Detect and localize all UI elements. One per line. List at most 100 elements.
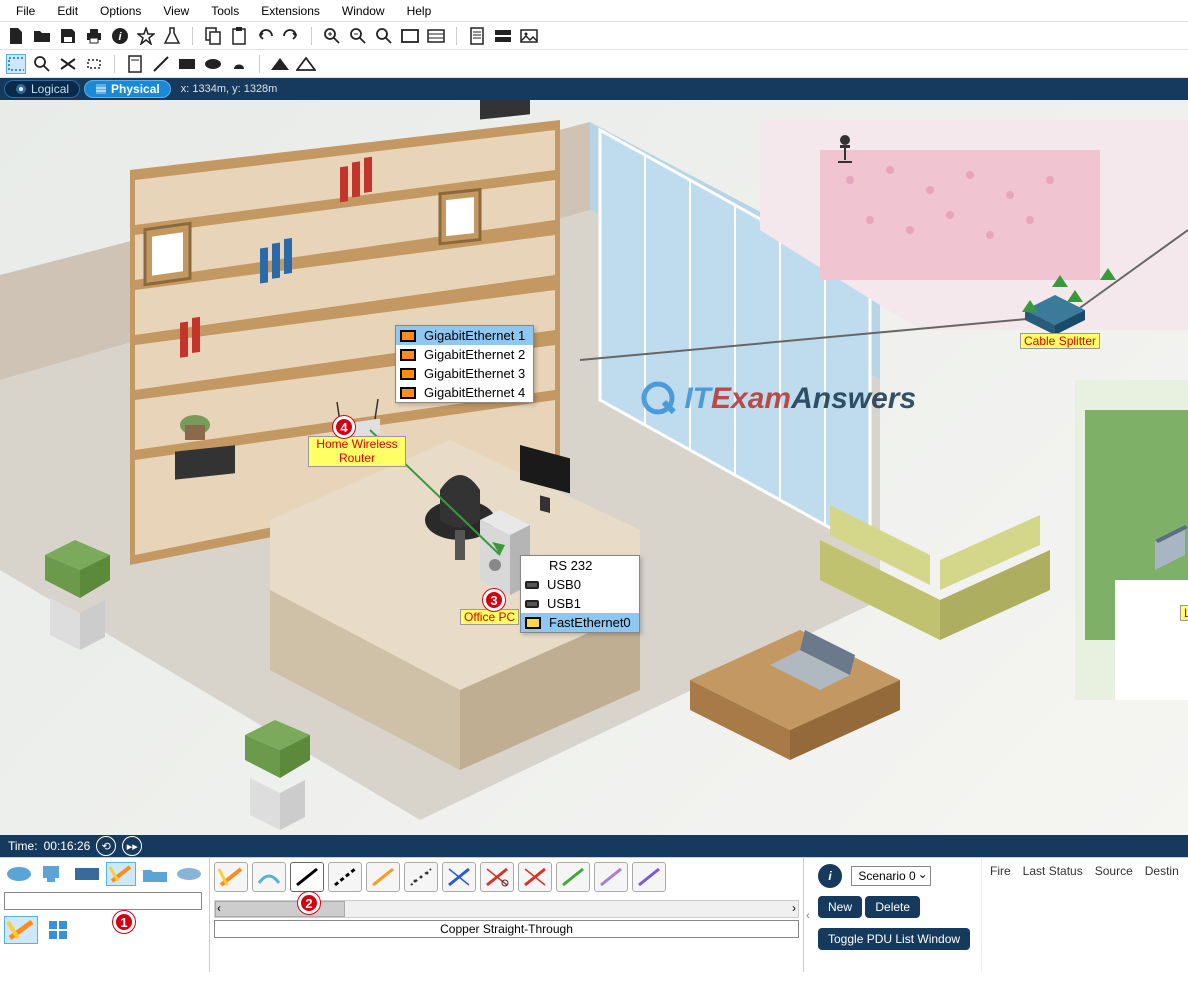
- pdu-col-fire[interactable]: Fire: [984, 862, 1017, 880]
- delete-tool-icon[interactable]: [58, 54, 78, 74]
- cable-copper-straight-icon[interactable]: [290, 862, 324, 892]
- ellipse-tool-icon[interactable]: [203, 54, 223, 74]
- inspect-tool-icon[interactable]: [32, 54, 52, 74]
- port-label: GigabitEthernet 4: [424, 385, 525, 400]
- note-tool-icon[interactable]: [125, 54, 145, 74]
- zoom-reset-icon[interactable]: [374, 26, 394, 46]
- power-cycle-button[interactable]: ⟲: [96, 836, 116, 856]
- zoom-in-icon[interactable]: [322, 26, 342, 46]
- draw-rect-icon[interactable]: [400, 26, 420, 46]
- home-wireless-router-label[interactable]: Home Wireless Router: [308, 436, 406, 467]
- image-icon[interactable]: [519, 26, 539, 46]
- menu-help[interactable]: Help: [397, 2, 442, 20]
- device-search-input[interactable]: [4, 892, 202, 910]
- save-icon[interactable]: [58, 26, 78, 46]
- cable-console-icon[interactable]: [252, 862, 286, 892]
- port-usb0[interactable]: USB0: [521, 575, 639, 594]
- cable-usb-icon[interactable]: [632, 862, 666, 892]
- structured-cabling-icon[interactable]: [44, 916, 72, 944]
- server-icon[interactable]: [493, 26, 513, 46]
- cable-copper-cross-icon[interactable]: [328, 862, 362, 892]
- port-usb1[interactable]: USB1: [521, 594, 639, 613]
- menu-edit[interactable]: Edit: [47, 2, 88, 20]
- complex-pdu-icon[interactable]: [296, 54, 316, 74]
- port-gigabitethernet-3[interactable]: GigabitEthernet 3: [396, 364, 533, 383]
- logical-view-tab[interactable]: Logical: [4, 80, 80, 98]
- time-label: Time:: [8, 839, 38, 853]
- cable-phone-icon[interactable]: [404, 862, 438, 892]
- menu-options[interactable]: Options: [90, 2, 151, 20]
- components-category-icon[interactable]: [72, 862, 102, 886]
- draw-table-icon[interactable]: [426, 26, 446, 46]
- scenario-info-icon[interactable]: i: [818, 864, 842, 888]
- delete-scenario-button[interactable]: Delete: [865, 896, 920, 918]
- port-rs232[interactable]: RS 232: [521, 556, 639, 575]
- port-gigabitethernet-4[interactable]: GigabitEthernet 4: [396, 383, 533, 402]
- callout-1: 1: [113, 911, 135, 933]
- cable-iot-icon[interactable]: [594, 862, 628, 892]
- office-pc-label[interactable]: Office PC: [460, 609, 519, 625]
- physical-view-tab[interactable]: Physical: [84, 80, 171, 98]
- connections-category-icon[interactable]: [106, 862, 136, 886]
- select-tool-icon[interactable]: [6, 54, 26, 74]
- selected-cable-label: Copper Straight-Through: [214, 920, 799, 938]
- scroll-right-icon[interactable]: ›: [792, 901, 796, 915]
- cable-fiber-icon[interactable]: [366, 862, 400, 892]
- line-tool-icon[interactable]: [151, 54, 171, 74]
- menu-tools[interactable]: Tools: [201, 2, 249, 20]
- scenario-controls: i Scenario 0 New Delete Toggle PDU List …: [812, 858, 982, 972]
- multiuser-category-icon[interactable]: [174, 862, 204, 886]
- collapse-handle-icon[interactable]: ‹: [804, 908, 812, 922]
- port-label: GigabitEthernet 2: [424, 347, 525, 362]
- menu-view[interactable]: View: [153, 2, 199, 20]
- new-scenario-button[interactable]: New: [818, 896, 862, 918]
- activity-wizard-icon[interactable]: [136, 26, 156, 46]
- pdu-list-header: Fire Last Status Source Destin: [984, 862, 1186, 880]
- cable-splitter-label[interactable]: Cable Splitter: [1020, 333, 1100, 349]
- cable-auto-icon[interactable]: [214, 862, 248, 892]
- logical-label: Logical: [31, 82, 69, 96]
- cable-serial-dte-icon[interactable]: [518, 862, 552, 892]
- resize-tool-icon[interactable]: [84, 54, 104, 74]
- ethernet-port-icon: [400, 368, 416, 380]
- print-icon[interactable]: [84, 26, 104, 46]
- pdu-col-last-status[interactable]: Last Status: [1017, 862, 1089, 880]
- new-file-icon[interactable]: [6, 26, 26, 46]
- physical-workspace[interactable]: Home Wireless Router Office PC Cable Spl…: [0, 100, 1188, 835]
- menu-file[interactable]: File: [6, 2, 45, 20]
- scrollbar-thumb[interactable]: [215, 901, 345, 917]
- freeform-tool-icon[interactable]: [229, 54, 249, 74]
- scroll-left-icon[interactable]: ‹: [217, 901, 221, 915]
- undo-icon[interactable]: [255, 26, 275, 46]
- flask-icon[interactable]: [162, 26, 182, 46]
- scenario-select[interactable]: Scenario 0: [851, 866, 930, 886]
- copy-icon[interactable]: [203, 26, 223, 46]
- fast-forward-button[interactable]: ▸▸: [122, 836, 142, 856]
- laptop-label[interactable]: L: [1180, 605, 1188, 621]
- port-gigabitethernet-1[interactable]: GigabitEthernet 1: [396, 326, 533, 345]
- connections-subcategory-icon[interactable]: [4, 916, 38, 944]
- cable-coaxial-icon[interactable]: [442, 862, 476, 892]
- rect-tool-icon[interactable]: [177, 54, 197, 74]
- notepad-icon[interactable]: [467, 26, 487, 46]
- simple-pdu-icon[interactable]: [270, 54, 290, 74]
- bottom-panel: 1 ‹ › Copper Straight-Through 2 ‹: [0, 857, 1188, 972]
- menu-window[interactable]: Window: [332, 2, 395, 20]
- zoom-out-icon[interactable]: [348, 26, 368, 46]
- menu-extensions[interactable]: Extensions: [251, 2, 330, 20]
- toggle-pdu-list-button[interactable]: Toggle PDU List Window: [818, 928, 970, 950]
- network-devices-category-icon[interactable]: [4, 862, 34, 886]
- info-icon[interactable]: i: [110, 26, 130, 46]
- miscellaneous-category-icon[interactable]: [140, 862, 170, 886]
- end-devices-category-icon[interactable]: [38, 862, 68, 886]
- port-gigabitethernet-2[interactable]: GigabitEthernet 2: [396, 345, 533, 364]
- separator: [456, 27, 457, 45]
- paste-icon[interactable]: [229, 26, 249, 46]
- pdu-col-source[interactable]: Source: [1089, 862, 1139, 880]
- cable-serial-dce-icon[interactable]: [480, 862, 514, 892]
- open-folder-icon[interactable]: [32, 26, 52, 46]
- pdu-col-destination[interactable]: Destin: [1139, 862, 1185, 880]
- cable-octal-icon[interactable]: [556, 862, 590, 892]
- port-fastethernet0[interactable]: FastEthernet0: [521, 613, 639, 632]
- redo-icon[interactable]: [281, 26, 301, 46]
